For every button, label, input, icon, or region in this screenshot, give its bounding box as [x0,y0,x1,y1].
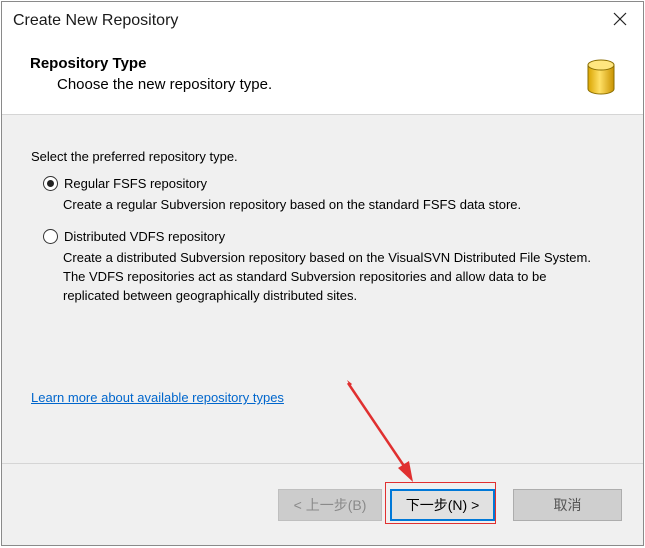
radio-label-fsfs: Regular FSFS repository [64,176,208,191]
header-subtitle: Choose the new repository type. [57,76,273,93]
radio-label-vdfs: Distributed VDFS repository [64,229,226,244]
radio-button-checked[interactable] [43,176,58,191]
close-button[interactable] [597,2,643,36]
next-button[interactable]: 下一步(N) > [390,489,495,521]
vdfs-description: Create a distributed Subversion reposito… [63,250,591,303]
back-button[interactable]: < 上一步(B) [278,489,382,521]
cancel-button[interactable]: 取消 [513,489,622,521]
header-title: Repository Type [30,55,147,72]
dialog-window: Create New Repository Repository Type Ch… [1,1,644,546]
fsfs-description: Create a regular Subversion repository b… [63,197,522,212]
radio-dot [47,180,54,187]
radio-distributed-vdfs[interactable]: Distributed VDFS repository [43,229,225,244]
close-icon [613,12,627,26]
database-icon [587,59,615,95]
wizard-header: Repository Type Choose the new repositor… [2,40,643,115]
radio-regular-fsfs[interactable]: Regular FSFS repository [43,176,207,191]
radio-button-unchecked[interactable] [43,229,58,244]
options-panel: Select the preferred repository type. Re… [2,115,643,463]
wizard-footer: < 上一步(B) 下一步(N) > 取消 [2,464,643,545]
window-title: Create New Repository [13,12,179,29]
title-bar: Create New Repository [2,2,643,40]
selection-prompt: Select the preferred repository type. [31,149,238,164]
learn-more-link[interactable]: Learn more about available repository ty… [31,390,284,405]
